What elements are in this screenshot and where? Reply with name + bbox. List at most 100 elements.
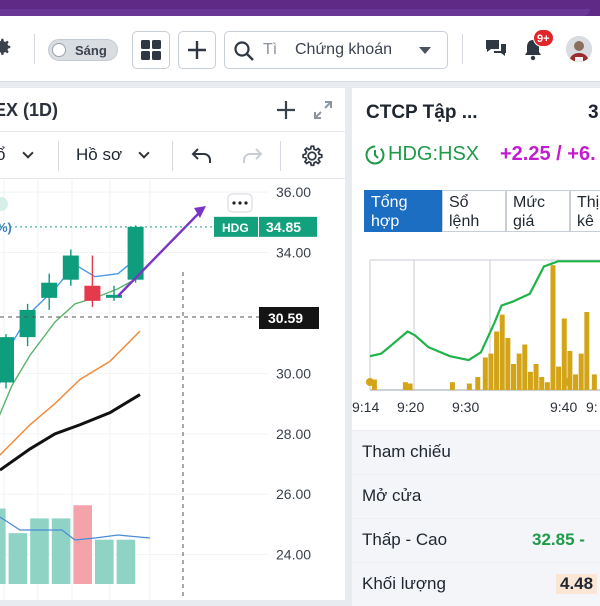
intraday-x-label: 9: (586, 399, 598, 415)
info-row: Thấp - Cao 32.85 - (352, 518, 600, 562)
intraday-volume-bar (407, 383, 413, 390)
y-axis-tick-label: 34.00 (276, 245, 311, 261)
y-axis-tick-label: 28.00 (276, 426, 311, 442)
undo-icon[interactable] (190, 145, 214, 167)
candle-body[interactable] (62, 255, 79, 280)
top-strip-shadow (0, 9, 590, 16)
settings-icon[interactable] (299, 143, 325, 169)
candle-body[interactable] (41, 282, 58, 298)
intraday-volume-bar (584, 312, 590, 390)
y-axis-tick-label: 24.00 (276, 547, 311, 563)
layout-grid-button[interactable] (132, 31, 170, 69)
price-change: +2.25 / +6. (500, 143, 596, 165)
tab-overview[interactable]: Tổng hợp (364, 190, 442, 232)
search-box[interactable]: Tì Chứng khoán (224, 31, 448, 69)
user-avatar-icon (566, 36, 592, 62)
expand-icon[interactable] (312, 99, 334, 121)
volume-bar (8, 533, 28, 584)
y-axis-tick-label: 30.00 (276, 365, 311, 381)
ma-line-green (0, 276, 141, 416)
intraday-x-label: 9:30 (452, 399, 479, 415)
tab-label: Thị kê (577, 194, 600, 230)
volume-bar (73, 505, 92, 584)
chart-type-dropdown[interactable]: ổ (0, 145, 5, 165)
intraday-volume-bar (556, 366, 562, 390)
clock-icon (365, 145, 385, 165)
theme-toggle[interactable]: Sáng (48, 39, 118, 61)
grid-icon (141, 40, 161, 60)
toggle-knob (52, 43, 66, 57)
ma-line-black (0, 393, 141, 472)
toolbar-divider (34, 34, 35, 64)
intraday-x-label: 9:20 (397, 399, 424, 415)
intraday-volume-bar (578, 353, 584, 390)
ma-line-orange (0, 330, 141, 456)
candle-body[interactable] (0, 337, 14, 383)
volume-bar (30, 518, 49, 584)
intraday-volume-bar (573, 374, 579, 390)
notification-badge: 9+ (533, 29, 554, 47)
profile-dropdown[interactable]: Hồ sơ (76, 145, 122, 165)
tab-statistics[interactable]: Thị kê (570, 190, 600, 232)
intraday-marker (562, 378, 570, 386)
search-icon (234, 41, 254, 61)
redo-icon[interactable] (240, 145, 264, 167)
info-value: 32.85 - (532, 530, 585, 549)
toolbar-divider (280, 141, 281, 171)
chevron-down-icon (419, 47, 431, 54)
y-axis-tick-label: 36.00 (276, 184, 311, 200)
info-value: 4.48 (556, 574, 598, 594)
intraday-volume-bar (505, 338, 511, 390)
tab-label: Sổ lệnh (449, 194, 480, 230)
avatar[interactable] (566, 36, 592, 62)
tab-price-levels[interactable]: Mức giá (506, 190, 570, 232)
intraday-volume-bar (544, 382, 550, 390)
intraday-volume-bar (466, 383, 472, 390)
plus-icon[interactable] (275, 99, 297, 121)
detail-tabs: Tổng hợp Sổ lệnh Mức giá Thị kê (364, 190, 600, 232)
crosshair-price-value: 30.59 (268, 310, 303, 326)
intraday-volume-bar (402, 382, 408, 390)
intraday-marker (366, 378, 374, 386)
tab-label: Mức giá (513, 194, 546, 230)
intraday-volume-bar (511, 364, 516, 390)
tab-order-book[interactable]: Sổ lệnh (442, 190, 506, 232)
intraday-volume-bar (482, 357, 488, 390)
candle-body[interactable] (19, 309, 36, 338)
more-dots-icon (232, 201, 236, 205)
candle-body[interactable] (84, 285, 101, 301)
info-label: Thấp - Cao (362, 530, 448, 549)
ticker-symbol[interactable]: HDG:HSX (388, 143, 479, 166)
chat-icon[interactable] (484, 38, 508, 60)
volume-bar (116, 539, 136, 584)
info-label: Tham chiếu (362, 442, 451, 461)
chevron-down-icon (22, 147, 34, 159)
plus-icon (188, 41, 206, 59)
toolbar-divider (172, 141, 173, 171)
info-row: Mở cửa (352, 474, 600, 518)
search-input[interactable]: Tì (263, 41, 277, 59)
intraday-volume-bar (449, 382, 455, 390)
intraday-volume-bar (539, 377, 545, 390)
price-chart[interactable]: %) 36.0034.0032.0030.0028.0026.0024.00HD… (0, 180, 345, 600)
toolbar-divider (58, 141, 59, 171)
stock-detail-panel: CTCP Tập ... 3 HDG:HSX +2.25 / +6. Tổng … (352, 88, 600, 606)
toolbar: Sáng Tì Chứng khoán 9+ (0, 16, 600, 82)
intraday-volume-bar (499, 314, 505, 390)
search-scope-select[interactable]: Chứng khoán (295, 41, 392, 59)
volume-bar (51, 518, 71, 584)
intraday-volume-bar (522, 344, 528, 390)
gear-icon[interactable] (0, 36, 13, 58)
chart-toolbar: ổ Hồ sơ (0, 133, 345, 179)
info-row: Khối lượng 4.48 (352, 562, 600, 606)
app-top-strip (0, 0, 600, 16)
intraday-chart[interactable]: 9:14 9:20 9:30 9:40 9: (352, 248, 600, 420)
tab-label: Tổng hợp (371, 194, 408, 230)
intraday-volume-bar (516, 353, 522, 390)
last-price-symbol: HDG (222, 221, 249, 235)
toolbar-divider (462, 34, 463, 64)
theme-toggle-label: Sáng (75, 43, 107, 58)
chart-title: EX (1D) (0, 100, 59, 120)
add-widget-button[interactable] (178, 31, 216, 69)
intraday-volume-bar (527, 371, 533, 390)
